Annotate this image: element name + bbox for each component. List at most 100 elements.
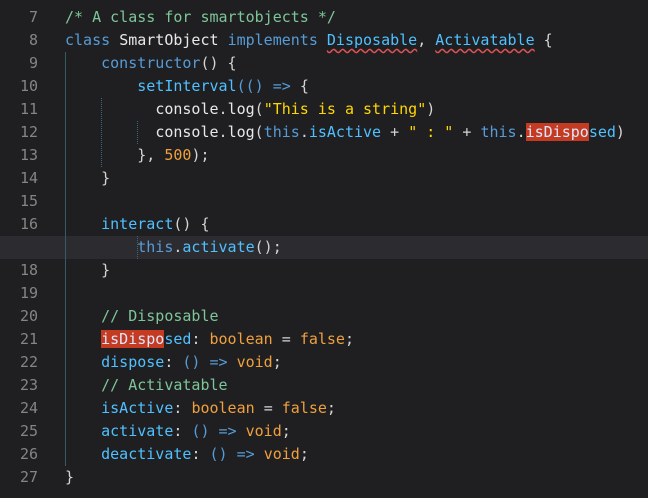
punctuation: (() => (236, 77, 291, 95)
punctuation: ( (254, 123, 264, 141)
indent-guide (101, 98, 102, 167)
operator: = (263, 399, 273, 417)
punctuation: } (101, 169, 111, 187)
string-literal: " : " (408, 123, 454, 141)
punctuation: ) (615, 123, 625, 141)
this-keyword: this (137, 238, 174, 256)
method-name: constructor (101, 54, 201, 72)
type-annotation: void (245, 422, 282, 440)
class-name: SmartObject (119, 31, 219, 49)
punctuation: { (543, 31, 553, 49)
line-number: 24 (19, 399, 38, 417)
string-literal: "This is a string" (263, 100, 427, 118)
punctuation: () { (200, 54, 237, 72)
line-number: 7 (28, 8, 38, 26)
line-number: 27 (19, 468, 38, 486)
line-number: 8 (28, 31, 38, 49)
punctuation: ; (326, 399, 336, 417)
code-line[interactable]: isDisposed: boolean = false; (65, 328, 648, 351)
code-line[interactable] (65, 282, 648, 305)
code-line[interactable]: constructor() { (65, 52, 648, 75)
line-number: 22 (19, 353, 38, 371)
code-line-current[interactable]: this.activate(); (0, 236, 648, 259)
punctuation: ); (191, 146, 210, 164)
code-line[interactable]: dispose: () => void; (65, 351, 648, 374)
punctuation: ( (254, 100, 264, 118)
function-call: setInterval (137, 77, 237, 95)
punctuation: (); (254, 238, 282, 256)
this-keyword: this (480, 123, 517, 141)
property: sed (588, 123, 616, 141)
line-number: 25 (19, 422, 38, 440)
function-signature: () => (209, 445, 255, 463)
line-number: 12 (19, 123, 38, 141)
function-call: activate (182, 238, 255, 256)
code-line[interactable]: console.log(this.isActive + " : " + this… (65, 121, 648, 144)
code-line[interactable]: deactivate: () => void; (65, 443, 648, 466)
code-line[interactable]: activate: () => void; (65, 420, 648, 443)
code-line[interactable] (65, 190, 648, 213)
line-number: 26 (19, 445, 38, 463)
function-call: log (227, 123, 255, 141)
property: isActive (101, 399, 174, 417)
type-annotation: boolean (191, 399, 255, 417)
punctuation: } (65, 468, 75, 486)
highlighted-match: isDispo (101, 330, 165, 348)
interface-name-error: Disposable (326, 31, 418, 49)
code-line[interactable]: } (65, 259, 648, 282)
property: activate (101, 422, 174, 440)
line-number: 19 (19, 284, 38, 302)
line-number: 10 (19, 77, 38, 95)
line-number: 20 (19, 307, 38, 325)
code-line[interactable]: class SmartObject implements Disposable,… (65, 29, 648, 52)
type-annotation: void (263, 445, 300, 463)
object-name: console (155, 123, 219, 141)
comment: // Activatable (101, 376, 228, 394)
property: dispose (101, 353, 165, 371)
code-line[interactable]: } (65, 167, 648, 190)
method-name: interact (101, 215, 174, 233)
comment: // Disposable (101, 307, 219, 325)
comment: /* A class for smartobjects */ (65, 8, 336, 26)
line-number: 14 (19, 169, 38, 187)
line-number: 13 (19, 146, 38, 164)
property: isActive (308, 123, 382, 141)
line-number: 9 (28, 54, 38, 72)
function-signature: () => (182, 353, 228, 371)
this-keyword: this (263, 123, 300, 141)
line-number: 11 (19, 100, 38, 118)
punctuation: ) (426, 100, 436, 118)
line-number: 15 (19, 192, 38, 210)
punctuation: . (516, 123, 526, 141)
property: deactivate (101, 445, 192, 463)
code-line[interactable]: /* A class for smartobjects */ (65, 6, 648, 29)
code-line[interactable]: setInterval(() => { (65, 75, 648, 98)
code-line[interactable]: // Activatable (65, 374, 648, 397)
code-line[interactable]: } (65, 466, 648, 489)
line-number: 21 (19, 330, 38, 348)
code-line[interactable]: interact() { (65, 213, 648, 236)
indent-guide (137, 236, 138, 259)
code-line[interactable]: // Disposable (65, 305, 648, 328)
keyword: implements (227, 31, 318, 49)
code-area[interactable]: /* A class for smartobjects */ class Sma… (0, 6, 648, 489)
punctuation: }, (137, 146, 156, 164)
type-annotation: boolean (209, 330, 273, 348)
line-number: 18 (19, 261, 38, 279)
function-call: log (227, 100, 255, 118)
code-line[interactable]: isActive: boolean = false; (65, 397, 648, 420)
type-annotation: void (236, 353, 273, 371)
punctuation: ; (299, 445, 309, 463)
punctuation: { (299, 77, 309, 95)
code-line[interactable]: }, 500); (65, 144, 648, 167)
punctuation: () { (173, 215, 210, 233)
punctuation: } (101, 261, 111, 279)
punctuation: ; (344, 330, 354, 348)
number-literal: 500 (164, 146, 192, 164)
operator: = (281, 330, 291, 348)
code-line[interactable]: console.log("This is a string") (65, 98, 648, 121)
indent-guide (137, 121, 138, 144)
code-editor[interactable]: 7 8 9 10 11 12 13 14 15 16 17 18 19 20 2… (0, 0, 648, 498)
punctuation: . (299, 123, 309, 141)
punctuation: , (417, 31, 427, 49)
